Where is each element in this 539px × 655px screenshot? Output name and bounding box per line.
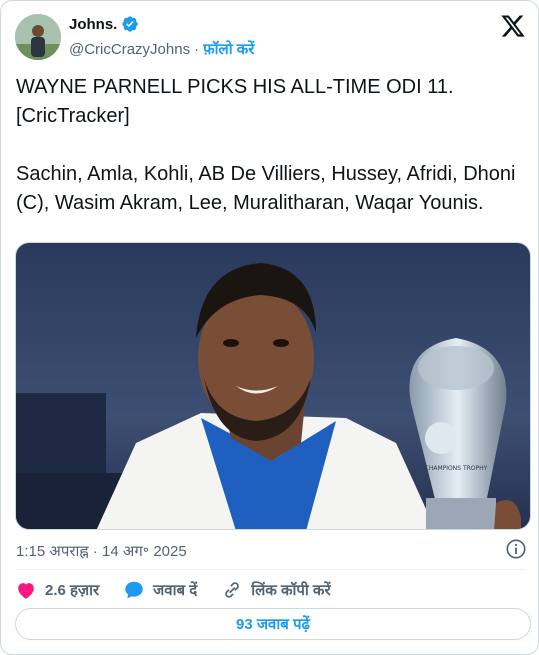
tweet-timestamp[interactable]: 1:15 अपराह्न · 14 अग॰ 2025 bbox=[16, 541, 187, 561]
copy-link-label: लिंक कॉपी करें bbox=[251, 582, 331, 599]
author-handle-row: @CricCrazyJohns · फ़ॉलो करें bbox=[69, 39, 254, 59]
divider bbox=[15, 569, 526, 570]
tweet-media-image[interactable]: CHAMPIONS TROPHY bbox=[15, 242, 531, 530]
tweet-card: Johns. @CricCrazyJohns · फ़ॉलो करें WAYN… bbox=[0, 0, 539, 655]
x-logo-icon[interactable] bbox=[500, 13, 526, 39]
info-icon[interactable] bbox=[505, 538, 527, 560]
separator-dot: · bbox=[194, 40, 200, 58]
like-count: 2.6 हज़ार bbox=[45, 582, 100, 599]
verified-badge-icon bbox=[122, 16, 139, 32]
trophy-engraving: CHAMPIONS TROPHY bbox=[425, 465, 488, 472]
author-display-name[interactable]: Johns. bbox=[69, 16, 117, 33]
author-name-row[interactable]: Johns. bbox=[69, 15, 139, 33]
like-button[interactable]: 2.6 हज़ार bbox=[15, 579, 99, 601]
follow-button[interactable]: फ़ॉलो करें bbox=[203, 39, 254, 59]
action-bar: 2.6 हज़ार जवाब दें लिंक कॉपी करें bbox=[15, 577, 355, 603]
reply-button[interactable]: जवाब दें bbox=[123, 579, 197, 601]
tweet-text: WAYNE PARNELL PICKS HIS ALL-TIME ODI 11.… bbox=[16, 76, 516, 214]
avatar[interactable] bbox=[15, 14, 61, 60]
reply-label: जवाब दें bbox=[153, 582, 198, 599]
read-replies-label: 93 जवाब पढ़ें bbox=[236, 616, 310, 633]
author-handle[interactable]: @CricCrazyJohns bbox=[69, 41, 190, 58]
reply-bubble-icon bbox=[125, 581, 143, 599]
read-replies-button[interactable]: 93 जवाब पढ़ें bbox=[15, 608, 531, 640]
heart-icon bbox=[18, 583, 34, 599]
copy-link-button[interactable]: लिंक कॉपी करें bbox=[221, 579, 331, 601]
link-icon bbox=[225, 582, 240, 598]
